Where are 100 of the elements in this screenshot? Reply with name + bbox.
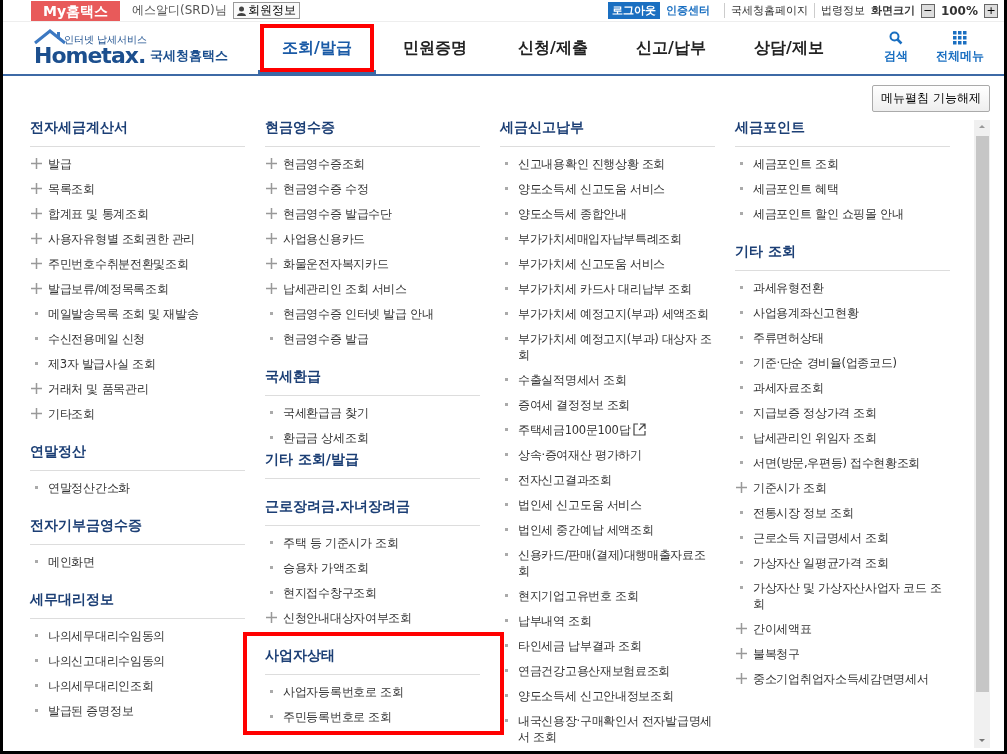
menu-item[interactable]: 전자신고결과조회 (518, 471, 612, 488)
menu-item[interactable]: 세금포인트 조회 (753, 155, 839, 172)
plus-icon (735, 648, 747, 659)
menu-item[interactable]: 법인세 중간예납 세액조회 (518, 521, 654, 538)
zoom-out-button[interactable]: − (920, 3, 935, 18)
menu-item[interactable]: 가상자산 및 가상자산사업자 코드 조회 (753, 579, 950, 612)
menu-item[interactable]: 주민번호수취분전환및조회 (48, 255, 189, 272)
menu-item[interactable]: 거래처 및 품목관리 (48, 380, 149, 397)
menu-item[interactable]: 내국신용장·구매확인서 전자발급명세서 조회 (518, 712, 715, 745)
menu-item[interactable]: 주택 등 기준시가 조회 (283, 534, 399, 551)
menu-item[interactable]: 납세관리인 조회 서비스 (283, 280, 407, 297)
menu-item[interactable]: 나의세무대리수임동의 (48, 627, 165, 644)
bullet-icon (504, 262, 508, 265)
menu-item[interactable]: 현금영수증 인터넷 발급 안내 (283, 305, 434, 322)
bullet-icon (34, 684, 38, 687)
menu-item[interactable]: 상속·증여재산 평가하기 (518, 446, 642, 463)
all-menu-button[interactable]: 전체메뉴 (930, 30, 990, 66)
menu-item[interactable]: 기준시가 조회 (753, 479, 827, 496)
menu-item[interactable]: 서면(방문,우편등) 접수현황조회 (753, 454, 921, 471)
menu-item[interactable]: 타인세금 납부결과 조회 (518, 637, 642, 654)
bullet-icon (739, 586, 743, 589)
menu-item[interactable]: 신고내용확인 진행상황 조회 (518, 155, 666, 172)
menu-item[interactable]: 전통시장 정보 조회 (753, 504, 854, 521)
menu-item[interactable]: 부가가치세 카드사 대리납부 조회 (518, 280, 692, 297)
menu-item[interactable]: 근로소득 지급명세서 조회 (753, 529, 889, 546)
nav-tab[interactable]: 신고/납부 (612, 22, 730, 74)
nav-tab[interactable]: 상담/제보 (730, 22, 848, 74)
menu-item[interactable]: 납세관리인 위임자 조회 (753, 429, 877, 446)
menu-item[interactable]: 발급 (48, 155, 72, 172)
menu-item[interactable]: 발급보류/예정목록조회 (48, 280, 169, 297)
menu-item[interactable]: 신용카드/판매(결제)대행매출자료조회 (518, 546, 715, 579)
menu-item[interactable]: 양도소득세 종합안내 (518, 205, 627, 222)
menu-item[interactable]: 증여세 결정정보 조회 (518, 396, 630, 413)
menu-item[interactable]: 가상자산 일평균가격 조회 (753, 554, 889, 571)
menu-item[interactable]: 메일발송목록 조회 및 재발송 (48, 305, 199, 322)
menu-item[interactable]: 주택세금100문100답 (518, 421, 647, 438)
menu-item[interactable]: 수신전용메일 신청 (48, 330, 145, 347)
top-link[interactable]: 법령정보 (813, 3, 865, 18)
plus-icon (265, 283, 277, 294)
menu-toggle-button[interactable]: 메뉴펼침 기능해제 (872, 85, 990, 112)
menu-item[interactable]: 과세유형전환 (753, 279, 824, 296)
menu-item[interactable]: 승용차 가액조회 (283, 559, 369, 576)
zoom-in-button[interactable]: + (984, 3, 998, 18)
menu-item[interactable]: 납부내역 조회 (518, 612, 592, 629)
bullet-icon (739, 411, 743, 414)
menu-item[interactable]: 현금영수증조회 (283, 155, 365, 172)
menu-item[interactable]: 양도소득세 신고안내정보조회 (518, 687, 674, 704)
nav-tab[interactable]: 신청/제출 (494, 22, 612, 74)
logout-button[interactable]: 로그아웃 (607, 2, 660, 19)
menu-item[interactable]: 중소기업취업자소득세감면명세서 (753, 670, 929, 687)
menu-item[interactable]: 세금포인트 혜택 (753, 180, 839, 197)
menu-item[interactable]: 신청안내대상자여부조회 (283, 609, 412, 626)
menu-item[interactable]: 사업용신용카드 (283, 230, 365, 247)
grid-icon (953, 31, 967, 45)
menu-item[interactable]: 부가가치세매입자납부특례조회 (518, 230, 682, 247)
bullet-icon (34, 337, 38, 340)
menu-item[interactable]: 현지접수창구조회 (283, 584, 377, 601)
menu-item[interactable]: 세금포인트 할인 쇼핑몰 안내 (753, 205, 904, 222)
menu-item[interactable]: 목록조회 (48, 180, 95, 197)
menu-item[interactable]: 사용자유형별 조회권한 관리 (48, 230, 196, 247)
nav-tab[interactable]: 조회/발급 (258, 22, 376, 74)
menu-item[interactable]: 제3자 발급사실 조회 (48, 355, 156, 372)
bullet-icon (269, 690, 273, 693)
menu-item[interactable]: 법인세 신고도움 서비스 (518, 496, 642, 513)
menu-item[interactable]: 환급금 상세조회 (283, 429, 369, 446)
menu-item[interactable]: 화물운전자복지카드 (283, 255, 389, 272)
menu-item[interactable]: 과세자료조회 (753, 379, 824, 396)
menu-item[interactable]: 현금영수증 발급수단 (283, 205, 392, 222)
menu-item[interactable]: 연금건강고용산재보험료조회 (518, 662, 671, 679)
menu-item[interactable]: 현금영수증 수정 (283, 180, 369, 197)
member-info-button[interactable]: 회원정보 (232, 2, 300, 19)
menu-item[interactable]: 합계표 및 통계조회 (48, 205, 149, 222)
menu-item[interactable]: 나의신고대리수임동의 (48, 652, 165, 669)
cert-center-link[interactable]: 인증센터 (665, 3, 710, 18)
menu-item[interactable]: 기타조회 (48, 405, 95, 422)
menu-item[interactable]: 현금영수증 발급 (283, 330, 369, 347)
logo-name[interactable]: 국세청홈택스 (150, 47, 229, 65)
menu-item[interactable]: 수출실적명세서 조회 (518, 371, 627, 388)
menu-item[interactable]: 현지기업고유번호 조회 (518, 587, 639, 604)
menu-item[interactable]: 사업자등록번호로 조회 (283, 683, 404, 700)
search-button[interactable]: 검색 (878, 30, 914, 66)
menu-item[interactable]: 나의세무대리인조회 (48, 677, 154, 694)
menu-item[interactable]: 부가가치세 예정고지(부과) 대상자 조회 (518, 330, 715, 363)
menu-item[interactable]: 주민등록번호로 조회 (283, 708, 392, 725)
top-link[interactable]: 국세청홈페이지 (723, 3, 808, 18)
menu-item[interactable]: 지급보증 정상가격 조회 (753, 404, 877, 421)
menu-item[interactable]: 부가가치세 예정고지(부과) 세액조회 (518, 305, 709, 322)
menu-item[interactable]: 주류면허상태 (753, 329, 824, 346)
menu-item[interactable]: 부가가치세 신고도움 서비스 (518, 255, 666, 272)
menu-item[interactable]: 양도소득세 신고도움 서비스 (518, 180, 666, 197)
logo-wordmark[interactable]: Hometax. (34, 45, 146, 67)
menu-item[interactable]: 사업용계좌신고현황 (753, 304, 859, 321)
menu-item[interactable]: 발급된 증명정보 (48, 702, 134, 719)
menu-item[interactable]: 국세환급금 찾기 (283, 404, 369, 421)
nav-tab[interactable]: 민원증명 (376, 22, 494, 74)
menu-item[interactable]: 간이세액표 (753, 620, 812, 637)
menu-item[interactable]: 연말정산간소화 (48, 479, 130, 496)
menu-item[interactable]: 기준·단순 경비율(업종코드) (753, 354, 897, 371)
menu-item[interactable]: 메인화면 (48, 553, 95, 570)
menu-item[interactable]: 불복청구 (753, 645, 800, 662)
